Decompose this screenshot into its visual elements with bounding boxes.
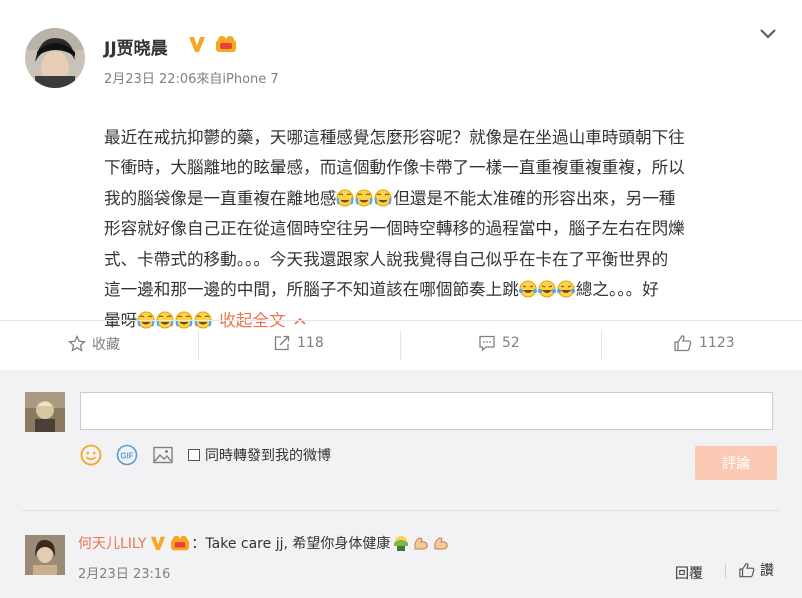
repost-count: 118 — [297, 335, 324, 351]
comment-content: 何天儿LILY ： Take care jj, 希望你身体健康 — [78, 533, 450, 553]
post-body: 最近在戒抗抑鬱的藥，天哪這種感覺怎麼形容呢？就像是在坐過山車時頭朝下往 下衝時，大… — [104, 92, 779, 336]
muscle-emoji — [434, 537, 449, 550]
comment-button[interactable]: 52 — [478, 334, 520, 352]
comment-input[interactable] — [80, 392, 773, 430]
laugh-tears-emoji — [537, 278, 556, 298]
cry-laugh-emoji — [355, 187, 373, 206]
submit-comment-button[interactable]: 評論 — [695, 446, 777, 480]
divider — [22, 510, 780, 511]
svg-text:GIF: GIF — [120, 452, 133, 461]
like-button[interactable]: 1123 — [673, 334, 735, 352]
level-badge-icon[interactable] — [214, 34, 238, 54]
commenter-avatar[interactable] — [25, 535, 65, 575]
verified-v-icon — [188, 35, 206, 53]
also-repost-label: 同時轉發到我的微博 — [205, 448, 331, 464]
action-divider — [198, 330, 199, 360]
thumbs-up-icon — [674, 335, 692, 352]
post-line-3: 我的腦袋像是一直重複在離地感 — [104, 188, 337, 208]
comment-time: 2月23日 23:16 — [78, 567, 171, 582]
commenter-name[interactable]: 何天儿LILY — [78, 533, 146, 553]
post-line-5: 式、卡帶式的移動。。。今天我還跟家人說我覺得自己似乎在卡在了平衡世界的 — [104, 249, 669, 269]
comment-text: Take care jj, 希望你身体健康 — [205, 536, 391, 552]
cry-laugh-emoji — [336, 187, 354, 206]
post-line-2: 下衝時，大腦離地的眩暈感，而這個動作像卡帶了一樣一直重複重複重複，所以 — [104, 158, 685, 177]
chevron-down-icon[interactable] — [758, 26, 778, 42]
repost-button[interactable]: 118 — [273, 334, 324, 352]
like-count: 1123 — [699, 335, 735, 351]
comment-like-button[interactable]: 讚 — [738, 560, 774, 580]
comment-separator: ： — [191, 536, 206, 552]
author-avatar[interactable] — [25, 28, 85, 88]
repost-icon — [274, 335, 290, 351]
thumbs-up-icon — [739, 563, 755, 578]
comment-count: 52 — [502, 335, 520, 351]
chevron-up-icon[interactable] — [293, 306, 306, 325]
also-repost-option[interactable]: 同時轉發到我的微博 — [188, 445, 331, 465]
action-divider — [725, 564, 726, 578]
post-line-3b: 但還是不能太准確的形容出來，另一種 — [393, 188, 676, 208]
composer-tools: GIF 同時轉發到我的微博 — [80, 444, 331, 466]
smile-icon[interactable] — [80, 444, 102, 466]
comment-like-label: 讚 — [760, 563, 774, 579]
laugh-tears-emoji — [556, 278, 575, 298]
author-name[interactable]: JJ贾晓晨 — [104, 34, 168, 59]
also-repost-checkbox[interactable] — [188, 449, 200, 461]
favorite-label: 收藏 — [92, 337, 120, 353]
level-badge-icon — [171, 535, 190, 551]
post-line-6: 這一邊和那一邊的中間，所腦子不知道該在哪個節奏上跳 — [104, 280, 519, 299]
post-meta: 2月23日 22:06來自iPhone 7 — [104, 72, 279, 87]
action-divider — [601, 330, 602, 360]
action-divider — [400, 330, 401, 360]
facepalm-emoji — [394, 536, 409, 551]
favorite-button[interactable]: 收藏 — [68, 334, 120, 354]
cry-laugh-emoji — [374, 187, 392, 206]
gif-icon[interactable]: GIF — [116, 444, 138, 466]
post-line-1: 最近在戒抗抑鬱的藥，天哪這種感覺怎麼形容呢？就像是在坐過山車時頭朝下往 — [104, 127, 685, 147]
comment-icon — [479, 335, 495, 352]
image-icon[interactable] — [152, 444, 174, 466]
post-line-6b: 總之。。。好 — [575, 280, 659, 299]
reply-button[interactable]: 回覆 — [675, 563, 703, 583]
muscle-emoji — [414, 537, 429, 550]
my-avatar[interactable] — [25, 392, 65, 432]
verified-v-icon — [151, 536, 166, 551]
laugh-tears-emoji — [518, 278, 537, 298]
post-line-4: 形容就好像自己正在從這個時空往另一個時空轉移的過程當中，腦子左右在閃爍 — [104, 219, 685, 238]
star-icon — [68, 335, 86, 352]
